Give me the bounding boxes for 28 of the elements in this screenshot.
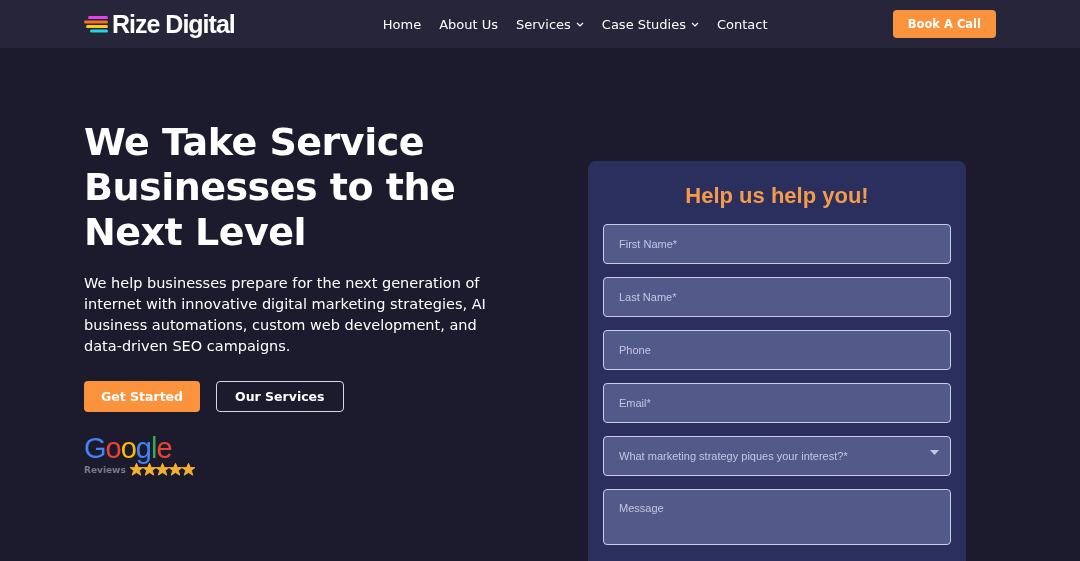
select-field[interactable]: What marketing strategy piques your interest?* — [603, 436, 951, 476]
message-field[interactable]: Message — [603, 489, 951, 545]
reviews-label: Reviews — [84, 464, 126, 475]
input-field[interactable]: Email* — [603, 383, 951, 423]
star-icon — [181, 463, 195, 476]
nav-link[interactable]: Home — [382, 16, 422, 32]
logo[interactable]: Rize Digital — [84, 9, 235, 39]
hero-heading: We Take Service Businesses to the Next Level — [84, 120, 457, 255]
nav-link[interactable]: Contact — [717, 16, 768, 32]
caret-icon — [930, 449, 939, 455]
review-brand: Google — [84, 434, 173, 463]
nav-link[interactable]: Case Studies — [601, 16, 699, 32]
hero-text: We help businesses prepare for the next generation of internet with innovative digital marketing strategies, AI business automations, custom web development, and data-driven SEO campaigns. — [84, 274, 487, 356]
star-icon — [168, 463, 182, 476]
nav-link[interactable]: Services — [516, 16, 584, 32]
input-field[interactable]: First Name* — [603, 224, 951, 264]
logo-text: Rize Digital — [112, 9, 235, 39]
star-icon — [142, 463, 156, 476]
chevron-down-icon — [575, 21, 584, 27]
star-icon — [129, 463, 143, 476]
chevron-down-icon — [691, 21, 699, 27]
services-button[interactable]: Our Services — [216, 381, 344, 412]
star-icon — [155, 463, 169, 476]
nav-link[interactable]: About Us — [439, 16, 498, 32]
input-field[interactable]: Phone — [603, 330, 951, 370]
input-field[interactable]: Last Name* — [603, 277, 951, 317]
stripes-icon — [84, 14, 110, 34]
form-title: Help us help you! — [684, 183, 870, 209]
